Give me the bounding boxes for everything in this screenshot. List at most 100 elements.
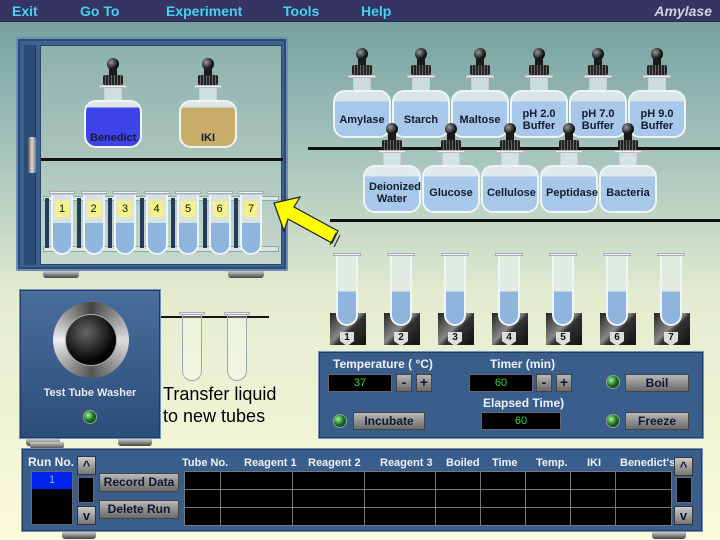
delete-run-button[interactable]: Delete Run [99,500,179,519]
empty-tube[interactable] [227,315,247,381]
table-cell [291,507,365,526]
table-cell [570,507,617,526]
holder-tube[interactable] [606,256,628,326]
cabinet-handle[interactable] [28,137,36,173]
holder-tube[interactable] [552,256,574,326]
incubator-controls: Temperature ( °C) 37 - + Timer (min) 60 … [318,351,704,439]
holder-tube[interactable] [444,256,466,326]
arrow-icon [273,196,341,247]
cabinet-interior: Benedict IKI 1 2 3 4 5 6 7 [40,45,283,265]
panel-foot [62,532,96,539]
reagent-label: Glucose [429,187,473,199]
table-cell [615,507,672,526]
menu-bar: Exit Go To Experiment Tools Help Amylase [0,0,720,22]
table-cell [363,471,437,490]
washer-foot [118,439,152,446]
menu-help[interactable]: Help [361,3,391,19]
holder-tube[interactable] [498,256,520,326]
tube-rim [80,191,107,194]
run-item[interactable]: 1 [32,472,72,489]
holder-tube[interactable] [390,256,412,326]
washer-indicator-light [83,410,97,424]
reagent-bottle[interactable]: Peptidase [540,123,598,213]
data-table [184,471,672,526]
tube-number-label: 3 [118,201,132,217]
reagent-bottle[interactable]: Deionized Water [363,123,421,213]
record-data-button[interactable]: Record Data [99,473,179,492]
temperature-increase-button[interactable]: + [416,374,432,392]
column-header: Reagent 2 [308,457,361,469]
table-scroll-down-button[interactable]: v [674,506,693,525]
run-scroll-up-button[interactable]: ^ [77,456,96,475]
reagent-cabinet: Benedict IKI 1 2 3 4 5 6 7 [16,37,288,278]
rack-tube[interactable]: 5 [177,195,199,255]
rack-tube[interactable]: 4 [145,195,168,255]
boil-indicator-light [606,375,620,389]
rack-tube[interactable]: 3 [114,195,136,255]
tube-number-label: 5 [181,201,195,217]
column-header: Tube No. [182,457,229,469]
table-cell [615,471,672,490]
table-scrollbar[interactable] [676,477,692,503]
holder-tube[interactable] [336,256,358,326]
table-row [184,471,672,490]
rack-tube[interactable]: 7 [240,195,262,255]
table-cell [219,489,293,508]
incubate-indicator-light [333,414,347,428]
run-scrollbar[interactable] [78,477,94,503]
washer-opening[interactable] [65,314,117,366]
table-cell [291,489,365,508]
boil-button[interactable]: Boil [625,374,689,392]
bottle-benedict[interactable]: Benedict [84,58,142,148]
rack-tube[interactable]: 2 [82,195,105,255]
data-panel: Run No. 1 ^ v Record Data Delete Run Tub… [21,448,703,532]
holder-tube[interactable] [660,256,682,326]
table-cell [184,489,221,508]
elapsed-time-display: 60 [481,412,561,430]
column-header: Time [492,457,518,469]
freeze-button[interactable]: Freeze [625,412,689,430]
reagent-label: Cellulose [487,187,536,199]
timer-increase-button[interactable]: + [556,374,572,392]
table-cell [480,471,527,490]
tube-rim [143,191,170,194]
reagent-shelf-bottom [330,219,720,222]
table-cell [435,471,482,490]
menu-exit[interactable]: Exit [12,3,38,19]
reagent-bottle[interactable]: Glucose [422,123,480,213]
cabinet-foot [43,271,79,278]
column-header: Reagent 3 [380,457,433,469]
run-list[interactable]: 1 [31,471,73,525]
table-cell [435,489,482,508]
tube-number-label: 2 [86,201,101,217]
table-cell [363,489,437,508]
rack-tube[interactable]: 1 [51,195,73,255]
temperature-decrease-button[interactable]: - [396,374,412,392]
temperature-display: 37 [328,374,392,392]
tube-rim [175,191,201,194]
rack-tube[interactable]: 6 [208,195,231,255]
transfer-line-2: to new tubes [163,406,266,426]
transfer-rack-bar [161,316,269,318]
temperature-label: Temperature ( °C) [333,357,433,371]
incubate-button[interactable]: Incubate [353,412,425,430]
table-cell [480,489,527,508]
rack-post [171,198,175,248]
table-scroll-up-button[interactable]: ^ [674,457,693,476]
reagent-bottle[interactable]: Bacteria [599,123,657,213]
test-tube-washer[interactable]: Test Tube Washer [19,289,161,439]
table-cell [219,507,293,526]
menu-go-to[interactable]: Go To [80,3,119,19]
bottle-label: IKI [200,132,216,144]
reagent-bottle[interactable]: Cellulose [481,123,539,213]
table-cell [480,507,527,526]
menu-tools[interactable]: Tools [283,3,319,19]
app-title: Amylase [654,3,712,19]
empty-tube[interactable] [182,315,202,381]
rack-post [108,198,112,248]
table-cell [570,489,617,508]
bottle-iki[interactable]: IKI [179,58,237,148]
timer-decrease-button[interactable]: - [536,374,552,392]
menu-experiment[interactable]: Experiment [166,3,242,19]
run-scroll-down-button[interactable]: v [77,506,96,525]
